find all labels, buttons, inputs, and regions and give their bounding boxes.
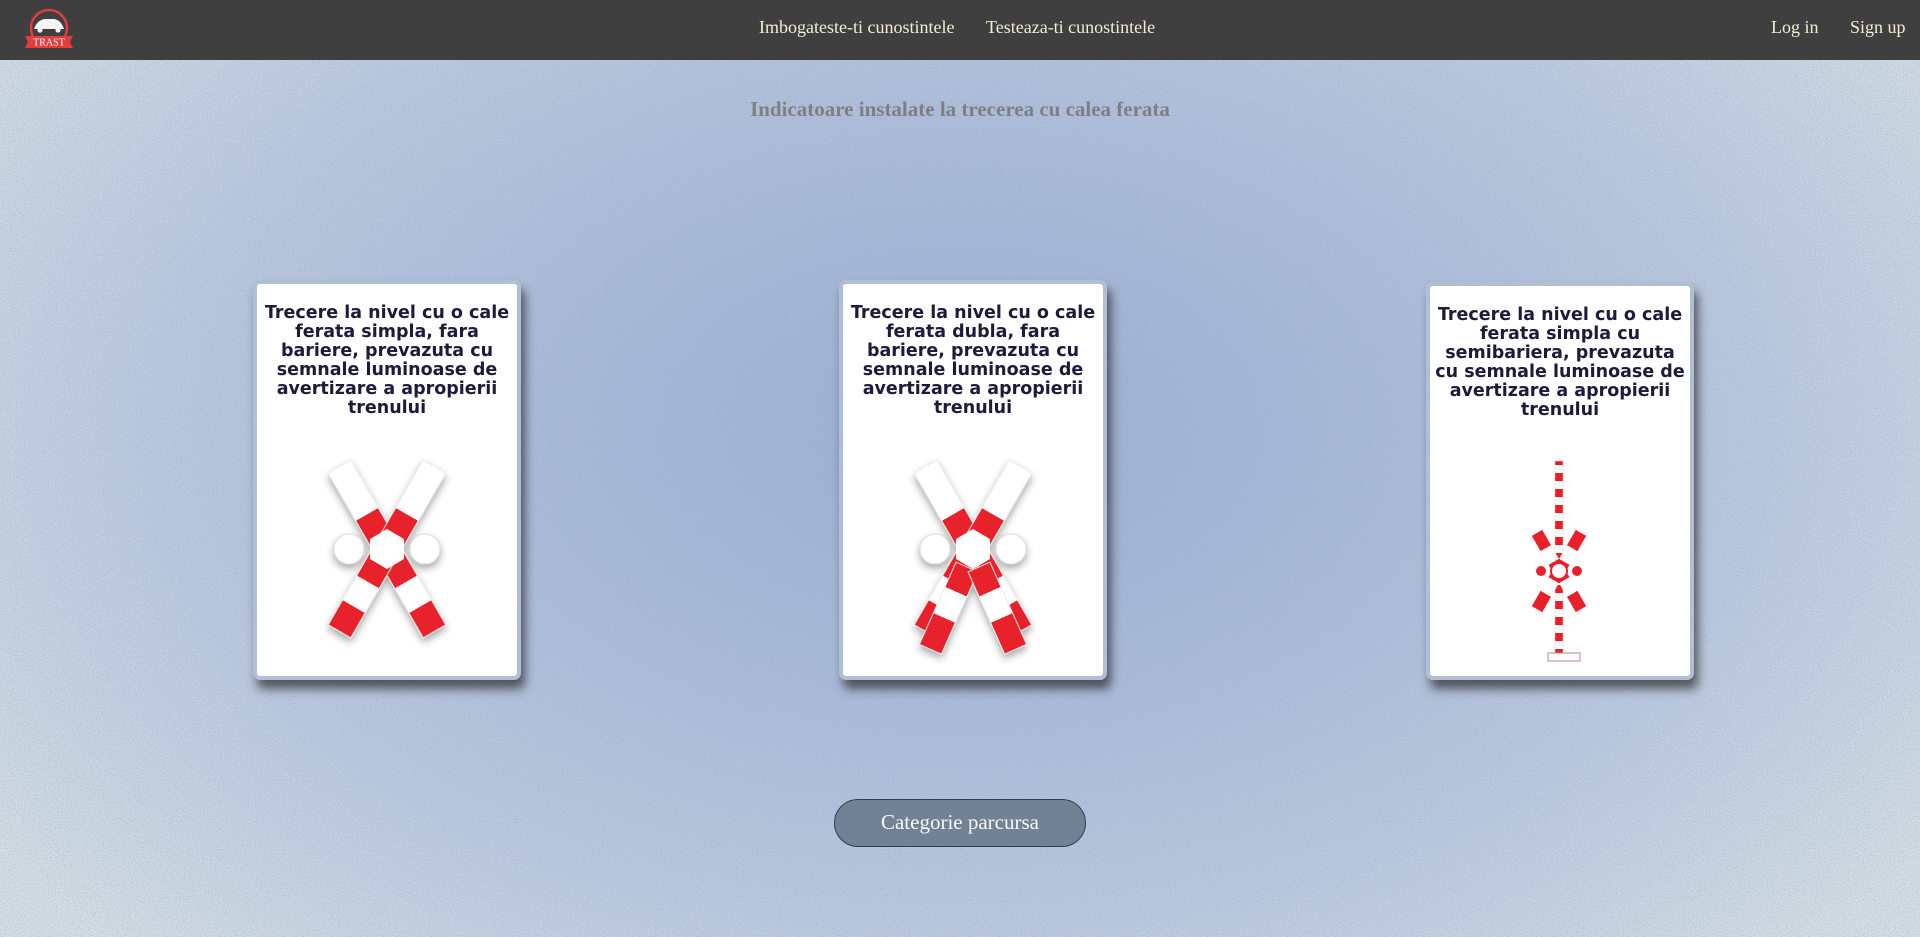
sign-card-single-track[interactable]: Trecere la nivel cu o cale ferata simpla…	[253, 280, 521, 680]
page-title: Indicatoare instalate la trecerea cu cal…	[750, 97, 1170, 121]
trast-logo[interactable]: TRAST	[21, 8, 77, 50]
nav-link-signup[interactable]: Sign up	[1850, 17, 1906, 38]
logo-text: TRAST	[33, 38, 65, 49]
double-track-crossbuck-sign-icon	[913, 459, 1033, 655]
nav-link-test[interactable]: Testeaza-ti cunostintele	[986, 17, 1155, 38]
half-barrier-crossing-sign-icon	[1531, 460, 1587, 662]
nav-link-learn[interactable]: Imbogateste-ti cunostintele	[759, 17, 954, 38]
sign-card-title: Trecere la nivel cu o cale ferata simpla…	[264, 303, 510, 418]
sign-card-half-barrier[interactable]: Trecere la nivel cu o cale ferata simpla…	[1426, 282, 1694, 680]
sign-card-title: Trecere la nivel cu o cale ferata simpla…	[1435, 305, 1685, 420]
category-completed-button[interactable]: Categorie parcursa	[834, 799, 1086, 847]
single-track-crossbuck-sign-icon	[327, 459, 447, 639]
top-navbar: TRAST Imbogateste-ti cunostintele Testea…	[0, 0, 1920, 60]
sign-card-title: Trecere la nivel cu o cale ferata dubla,…	[850, 303, 1096, 418]
nav-link-login[interactable]: Log in	[1771, 17, 1819, 38]
sign-card-double-track[interactable]: Trecere la nivel cu o cale ferata dubla,…	[839, 280, 1107, 680]
